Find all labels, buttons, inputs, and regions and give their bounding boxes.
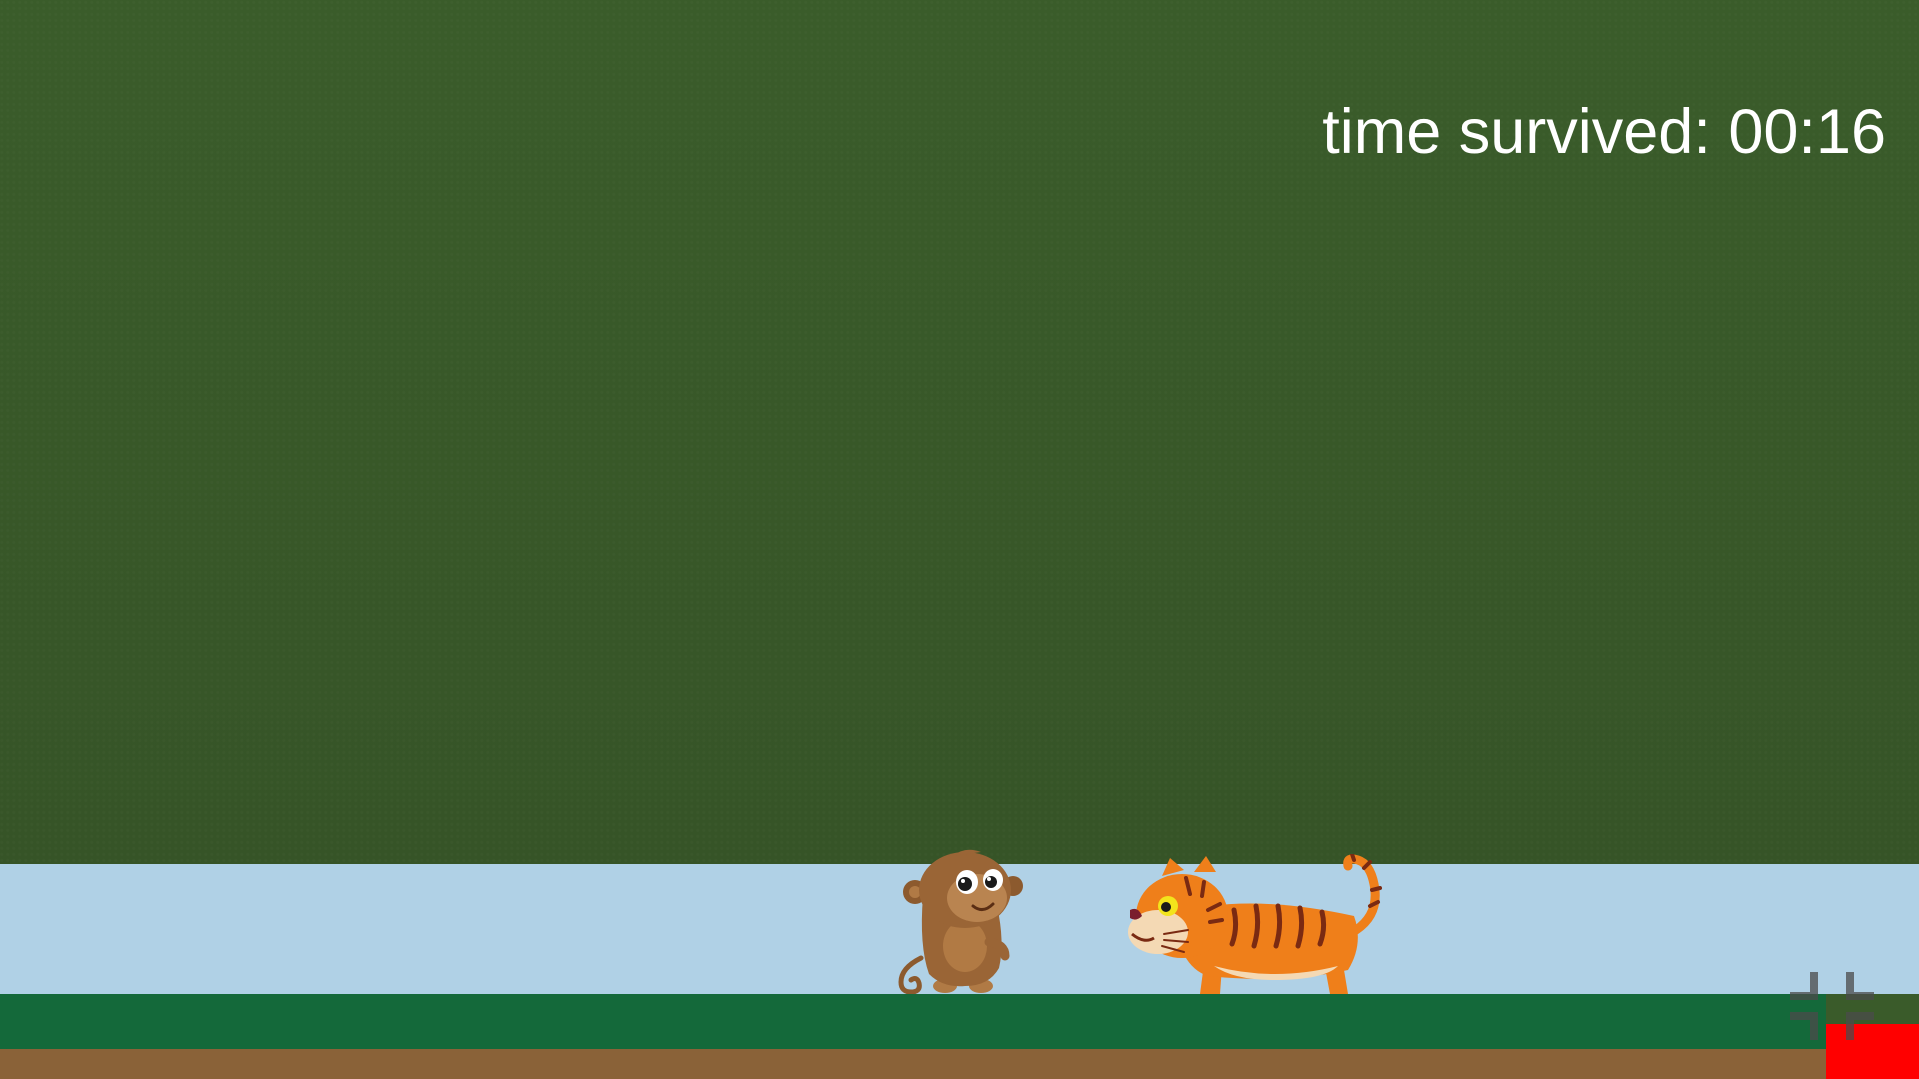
time-survived-counter: time survived: 00:16 [1322,97,1886,167]
exit-fullscreen-icon[interactable] [1788,970,1876,1042]
game-stage[interactable]: time survived: 00:16 [0,0,1919,1079]
monkey-player [898,849,1023,994]
tiger-enemy [1128,854,1382,994]
dirt-ground [0,1049,1826,1079]
grass-ground [0,994,1826,1049]
